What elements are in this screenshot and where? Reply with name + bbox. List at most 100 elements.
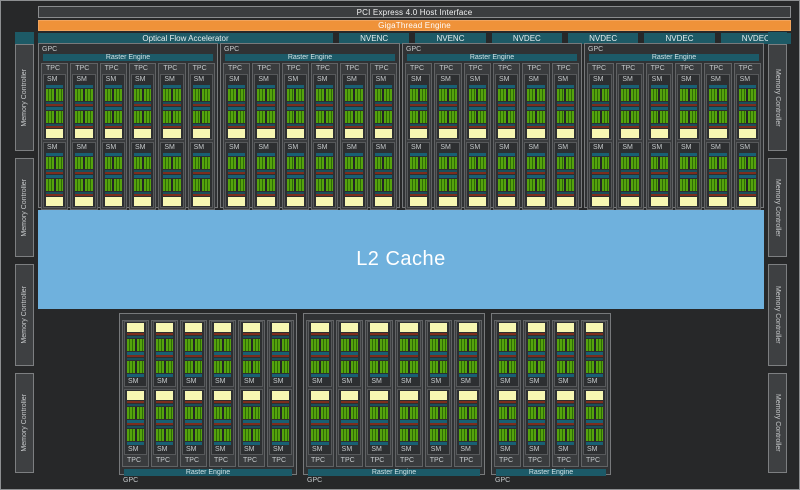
sm-scheduler-bar xyxy=(557,175,574,178)
sm-label: SM xyxy=(408,75,429,84)
sm-cache-line xyxy=(214,404,231,406)
sm-stack: SMSM xyxy=(525,321,548,456)
tpc-label: TPC xyxy=(313,64,336,74)
sm-core-grid xyxy=(193,179,210,191)
sm-register-line xyxy=(345,172,362,174)
tpc-label: TPC xyxy=(466,64,489,74)
sm-label: SM xyxy=(44,143,65,152)
tpc: TPCSMSM xyxy=(734,63,761,210)
sm-register-line xyxy=(272,401,289,403)
sm-register-line xyxy=(375,104,392,106)
sm-block: SM xyxy=(524,142,547,208)
sm-scheduler-bar xyxy=(134,107,151,110)
sm-scheduler-bar xyxy=(257,85,274,88)
sm-core-grid xyxy=(127,339,144,351)
sm-core-grid xyxy=(316,179,333,191)
sm-core-grid xyxy=(557,407,574,419)
sm-stack: SMSM xyxy=(342,74,365,209)
sm-block: SM xyxy=(367,321,391,387)
sm-cache-line xyxy=(459,426,477,428)
tpc-row: SMSMTPCSMSMTPCSMSMTPCSMSMTPCSMSMTPCSMSMT… xyxy=(306,320,482,467)
sm-stack: SMSM xyxy=(211,321,234,456)
sm-cache-line xyxy=(370,336,388,338)
sm-block: SM xyxy=(372,74,395,140)
sm-register-line xyxy=(499,401,516,403)
sm-block: SM xyxy=(211,321,234,387)
sm-core-grid xyxy=(370,429,388,441)
sm-register-line xyxy=(311,355,329,357)
sm-block: SM xyxy=(342,142,365,208)
sm-l1-shared-memory-block xyxy=(586,323,603,332)
sm-block: SM xyxy=(240,389,263,455)
sm-register-line xyxy=(311,423,329,425)
gpc-label: GPC xyxy=(587,45,761,54)
sm-register-line xyxy=(430,423,448,425)
sm-register-line xyxy=(345,194,362,196)
sm-register-line xyxy=(469,104,486,106)
sm-scheduler-bar xyxy=(527,107,544,110)
sm-block: SM xyxy=(131,142,154,208)
sm-label: SM xyxy=(649,75,670,84)
memory-controller-segment: Memory Controller xyxy=(15,373,34,473)
sm-core-grid xyxy=(586,429,603,441)
sm-core-grid xyxy=(163,157,180,169)
sm-l1-shared-memory-block xyxy=(621,197,638,206)
sm-core-grid xyxy=(498,157,515,169)
tpc-label: TPC xyxy=(736,64,759,74)
sm-label: SM xyxy=(590,75,611,84)
sm-register-line xyxy=(498,194,515,196)
l2-cache: L2 Cache xyxy=(38,210,764,309)
sm-scheduler-bar xyxy=(592,175,609,178)
sm-cache-line xyxy=(400,336,418,338)
sm-block: SM xyxy=(190,142,213,208)
sm-scheduler-bar xyxy=(193,107,210,110)
tpc: TPCSMSM xyxy=(41,63,68,210)
sm-register-line xyxy=(243,401,260,403)
sm-register-line xyxy=(341,355,359,357)
tpc: SMSMTPC xyxy=(336,320,364,467)
sm-block: SM xyxy=(211,389,234,455)
sm-label: SM xyxy=(154,377,175,386)
sm-block: SM xyxy=(43,142,66,208)
sm-cache-line xyxy=(459,404,477,406)
sm-core-grid xyxy=(621,89,638,101)
sm-core-grid xyxy=(272,361,289,373)
sm-core-grid xyxy=(739,89,756,101)
sm-label: SM xyxy=(44,75,65,84)
sm-block: SM xyxy=(456,321,480,387)
sm-core-grid xyxy=(430,429,448,441)
sm-register-line xyxy=(185,355,202,357)
sm-register-line xyxy=(499,333,516,335)
tpc-label: TPC xyxy=(182,456,205,466)
sm-l1-shared-memory-block xyxy=(375,129,392,138)
sm-l1-shared-memory-block xyxy=(680,129,697,138)
sm-l1-shared-memory-block xyxy=(439,197,456,206)
sm-core-grid xyxy=(243,361,260,373)
sm-core-grid xyxy=(651,179,668,191)
sm-core-grid xyxy=(134,179,151,191)
sm-scheduler-bar xyxy=(498,175,515,178)
sm-l1-shared-memory-block xyxy=(163,197,180,206)
sm-label: SM xyxy=(619,75,640,84)
sm-core-grid xyxy=(228,179,245,191)
sm-core-grid xyxy=(557,111,574,123)
sm-label: SM xyxy=(398,445,420,454)
sm-scheduler-bar xyxy=(592,107,609,110)
sm-core-grid xyxy=(621,111,638,123)
sm-register-line xyxy=(557,355,574,357)
gpc-row-bottom: SMSMTPCSMSMTPCSMSMTPCSMSMTPCSMSMTPCSMSMT… xyxy=(119,313,611,475)
tpc-label: TPC xyxy=(284,64,307,74)
sm-scheduler-bar xyxy=(75,85,92,88)
sm-l1-shared-memory-block xyxy=(498,129,515,138)
sm-block: SM xyxy=(677,74,700,140)
sm-block: SM xyxy=(342,74,365,140)
tpc: TPCSMSM xyxy=(587,63,614,210)
raster-engine-bar: Raster Engine xyxy=(407,54,577,61)
tpc: TPCSMSM xyxy=(675,63,702,210)
sm-register-line xyxy=(127,423,144,425)
sm-core-grid xyxy=(469,179,486,191)
raster-engine-bar: Raster Engine xyxy=(225,54,395,61)
sm-l1-shared-memory-block xyxy=(311,323,329,332)
sm-register-line xyxy=(459,355,477,357)
sm-label: SM xyxy=(161,75,182,84)
